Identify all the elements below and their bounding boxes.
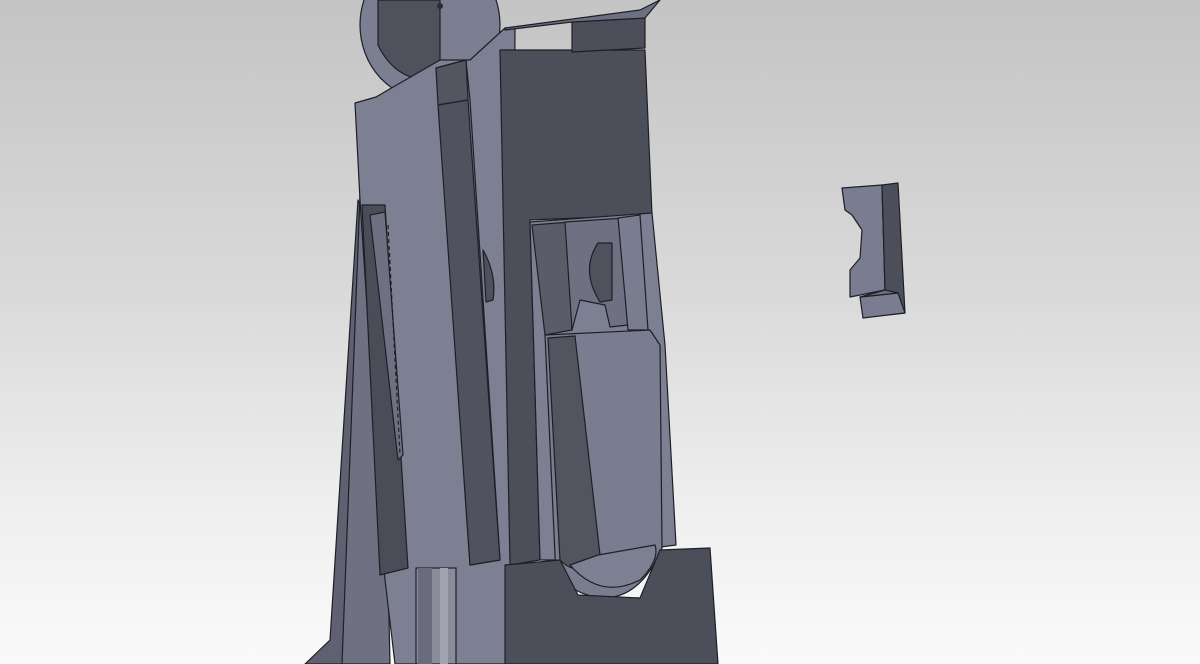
bottom-cylinder-highlight <box>440 568 448 664</box>
bottom-cylinder-shade <box>418 568 432 664</box>
model-canvas[interactable] <box>0 0 1200 664</box>
pivot-hole <box>437 3 443 9</box>
main-assembly[interactable] <box>304 0 719 664</box>
top-right-block[interactable] <box>571 17 646 53</box>
bracket-front-face[interactable] <box>841 184 886 298</box>
floating-bracket-part[interactable] <box>841 182 906 319</box>
cad-viewport[interactable] <box>0 0 1200 664</box>
vertical-rib-side[interactable] <box>435 59 469 106</box>
